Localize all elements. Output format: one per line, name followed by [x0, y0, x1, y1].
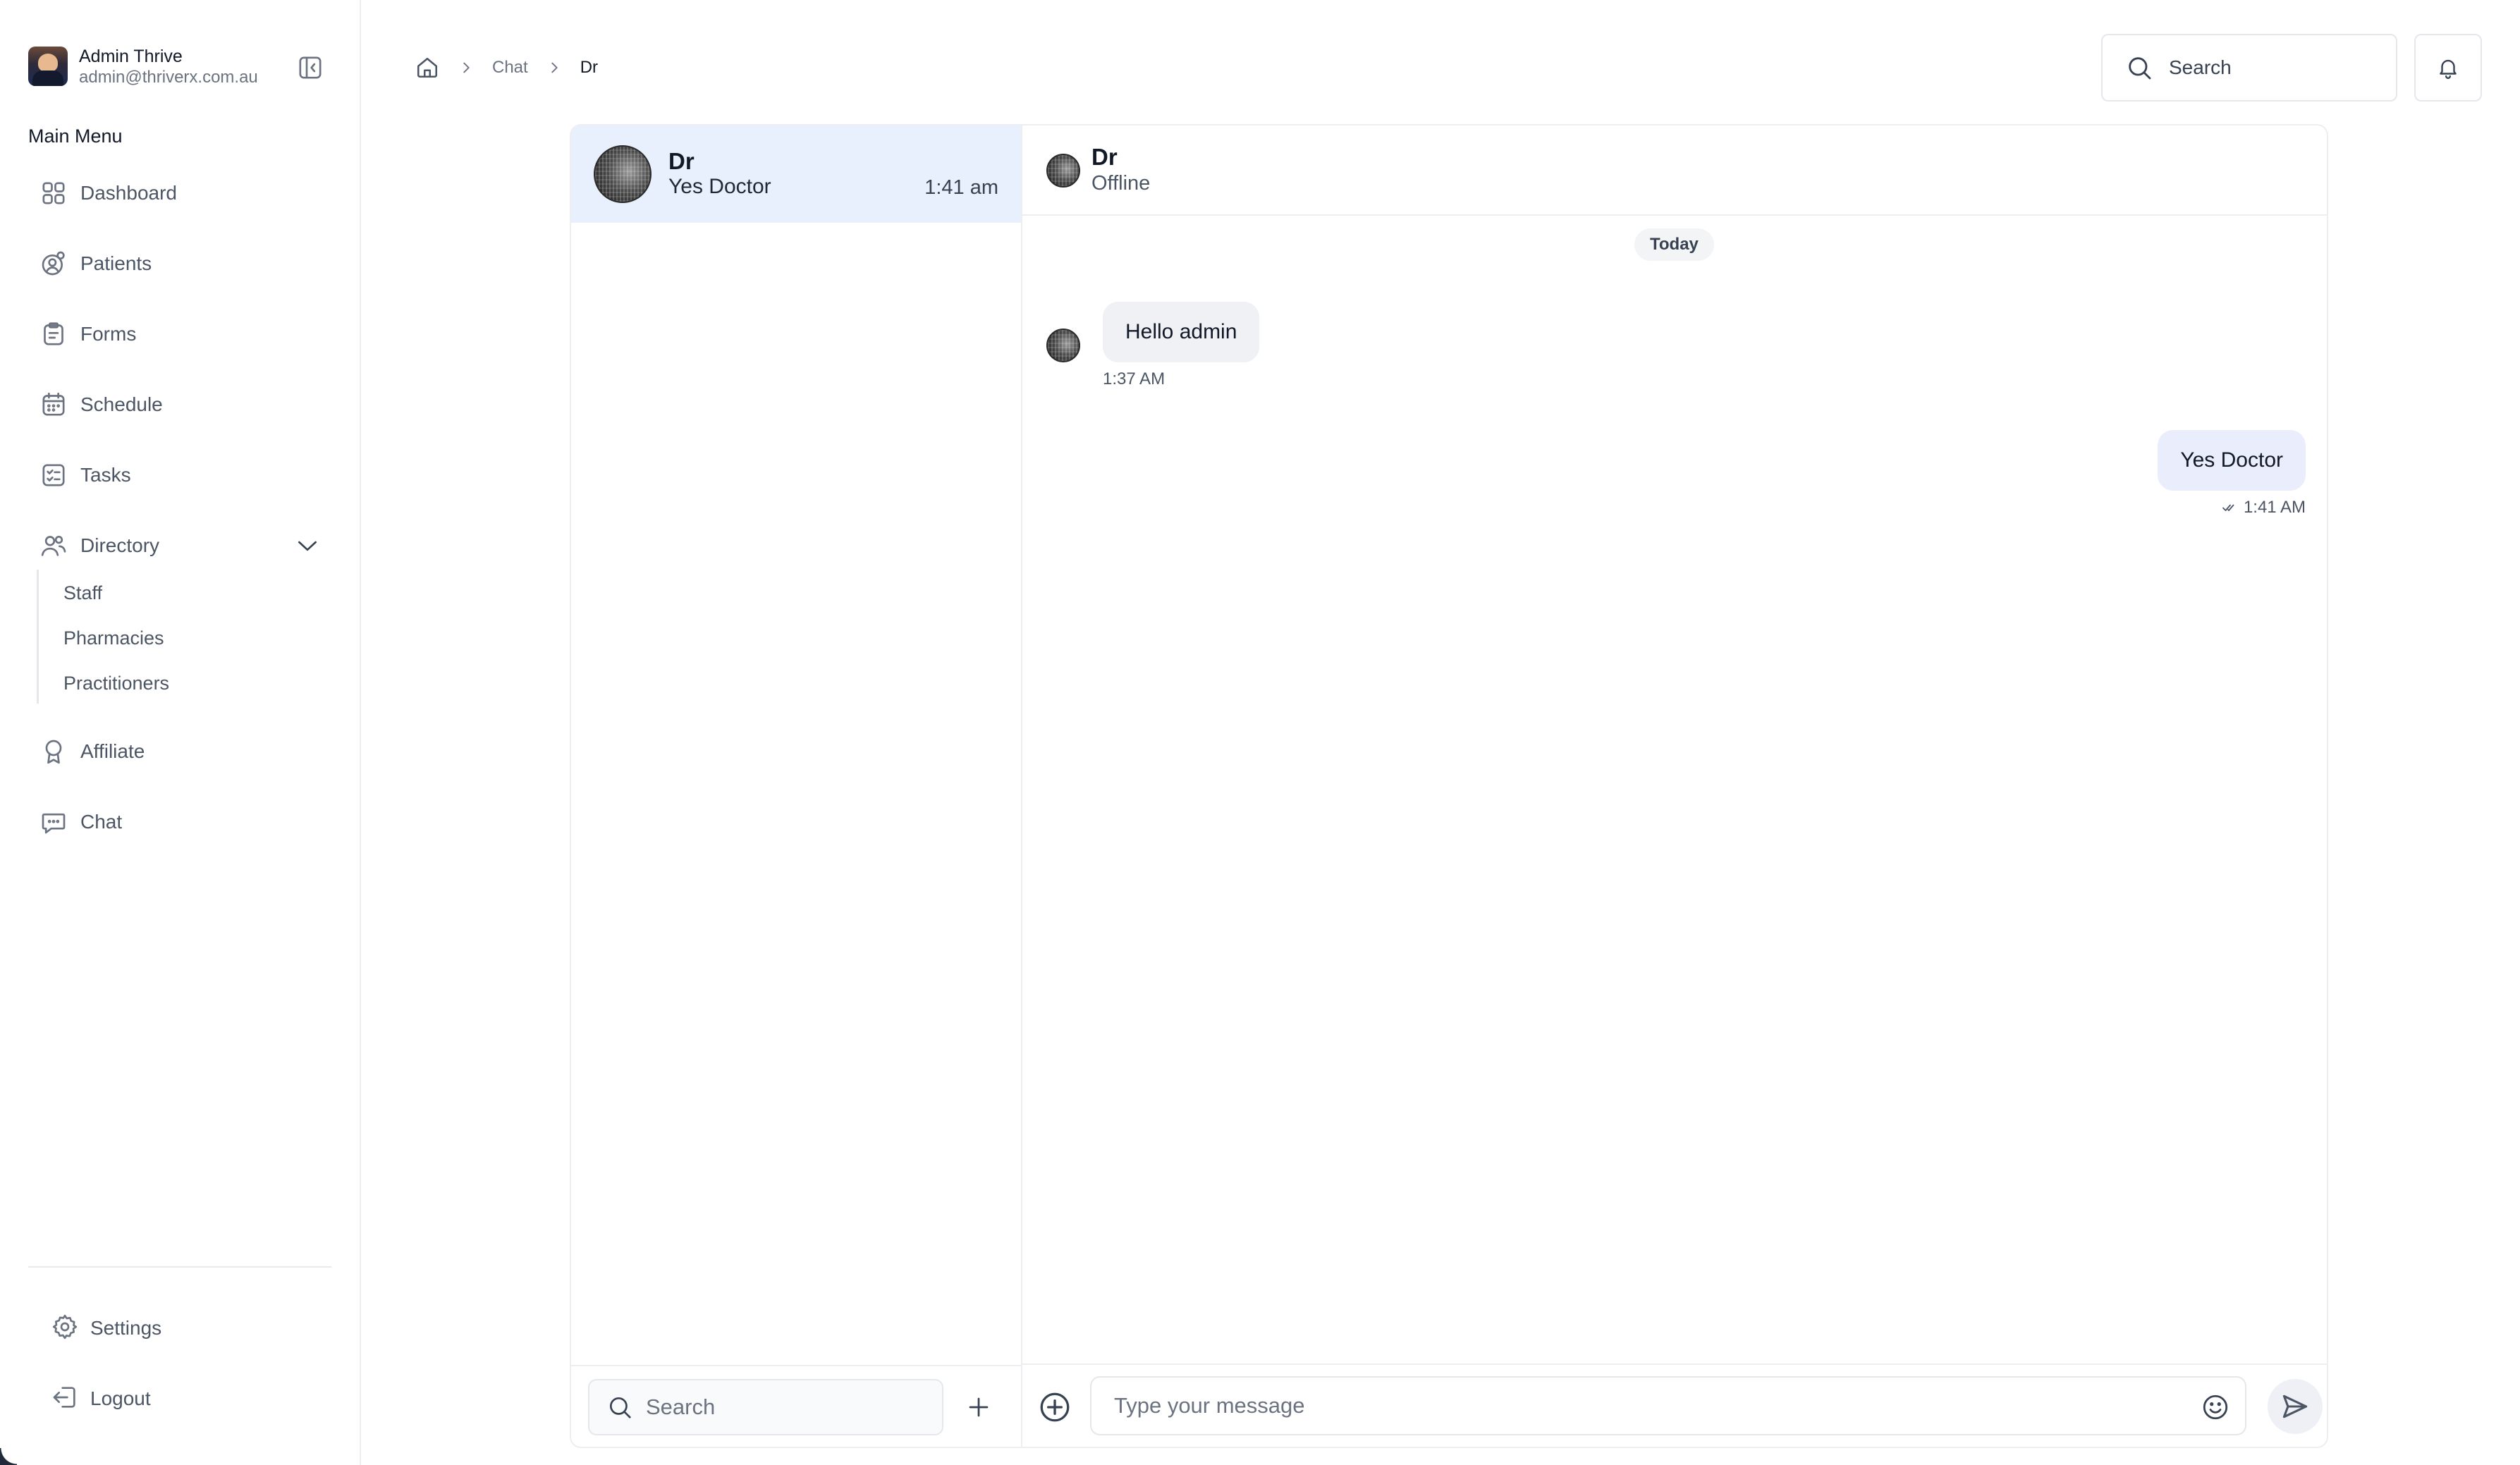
chevron-down-icon[interactable] — [293, 532, 322, 560]
chevron-right-icon — [546, 60, 562, 75]
read-receipt-icon — [2221, 499, 2238, 516]
attach-button[interactable] — [1036, 1389, 1073, 1426]
sidebar-subitem-pharmacies[interactable]: Pharmacies — [63, 627, 164, 649]
conversation-list: Dr Yes Doctor 1:41 am Search — [571, 125, 1022, 1447]
sidebar-item-affiliate[interactable]: Affiliate — [39, 735, 322, 768]
grid-icon — [39, 179, 68, 207]
user-profile[interactable]: Admin Thrive admin@thriverx.com.au — [28, 44, 331, 90]
calendar-icon — [39, 391, 68, 419]
sidebar-item-label: Tasks — [80, 464, 131, 486]
incoming-message-time: 1:37 AM — [1103, 369, 1166, 388]
plus-circle-icon — [1040, 1392, 1070, 1422]
screen-corner — [0, 1448, 17, 1465]
outgoing-message-bubble: Yes Doctor — [2158, 430, 2306, 491]
sidebar: Admin Thrive admin@thriverx.com.au Main … — [0, 0, 361, 1465]
sidebar-item-label: Affiliate — [80, 740, 145, 762]
contact-status: Offline — [1091, 172, 1151, 195]
chevron-right-icon — [458, 60, 474, 75]
sidebar-toggle-icon — [299, 56, 322, 79]
sender-avatar — [1046, 329, 1080, 362]
sidebar-subitem-practitioners[interactable]: Practitioners — [63, 673, 169, 694]
checklist-icon — [39, 461, 68, 489]
sidebar-item-dashboard[interactable]: Dashboard — [39, 176, 322, 210]
message-composer: Type your message — [1022, 1363, 2327, 1447]
breadcrumb-current: Dr — [580, 58, 599, 77]
sidebar-item-forms[interactable]: Forms — [39, 317, 322, 351]
send-icon — [2282, 1394, 2308, 1418]
settings-label: Settings — [90, 1317, 162, 1339]
logout-label: Logout — [90, 1387, 151, 1409]
contact-name: Dr — [1091, 144, 1118, 170]
sidebar-item-label: Directory — [80, 534, 160, 556]
chat-panel: Dr Yes Doctor 1:41 am Search Dr Offline … — [570, 124, 2328, 1448]
new-conversation-button[interactable] — [963, 1392, 994, 1423]
conversation-search-input[interactable]: Search — [588, 1379, 943, 1435]
conversation-name: Dr — [668, 148, 695, 174]
plus-icon — [969, 1397, 989, 1417]
directory-submenu-line — [37, 570, 39, 704]
breadcrumb-chat[interactable]: Chat — [492, 58, 528, 78]
chat-icon — [39, 808, 68, 836]
conversation-preview: Yes Doctor — [668, 175, 771, 198]
global-search-input[interactable]: Search — [2101, 34, 2397, 102]
sidebar-item-patients[interactable]: Patients — [39, 247, 322, 281]
award-icon — [39, 737, 68, 766]
search-icon — [606, 1394, 633, 1421]
patients-icon — [39, 250, 68, 278]
sidebar-item-label: Forms — [80, 323, 137, 345]
sidebar-divider — [28, 1266, 331, 1268]
sidebar-item-schedule[interactable]: Schedule — [39, 388, 322, 422]
user-avatar — [28, 47, 68, 86]
contact-avatar — [1046, 154, 1080, 188]
logout-button[interactable]: Logout — [51, 1382, 319, 1416]
sidebar-item-label: Chat — [80, 811, 123, 833]
breadcrumb: Chat Dr — [415, 52, 598, 83]
search-icon — [2125, 54, 2153, 82]
sidebar-item-label: Schedule — [80, 393, 163, 415]
notifications-button[interactable] — [2414, 34, 2482, 102]
contact-avatar — [594, 145, 652, 203]
conversation-search-placeholder: Search — [646, 1394, 716, 1419]
conversation-time: 1:41 am — [924, 176, 998, 199]
sidebar-item-label: Patients — [80, 252, 152, 274]
gear-icon — [51, 1313, 79, 1344]
day-separator: Today — [1634, 228, 1714, 261]
user-name: Admin Thrive — [79, 47, 183, 66]
smile-icon — [2203, 1394, 2228, 1420]
home-icon[interactable] — [415, 55, 440, 80]
conversation-header: Dr Offline — [1022, 125, 2327, 216]
sidebar-subitem-staff[interactable]: Staff — [63, 582, 102, 604]
sidebar-item-label: Dashboard — [80, 182, 177, 204]
send-button[interactable] — [2268, 1379, 2323, 1434]
conversation-list-footer: Search — [571, 1365, 1021, 1447]
users-icon — [39, 532, 68, 560]
outgoing-message-time: 1:41 AM — [2243, 498, 2306, 517]
settings-button[interactable]: Settings — [51, 1311, 319, 1345]
logout-icon — [51, 1383, 79, 1415]
global-search-placeholder: Search — [2169, 56, 2232, 78]
conversation-item[interactable]: Dr Yes Doctor 1:41 am — [571, 125, 1021, 223]
message-input[interactable]: Type your message — [1090, 1376, 2246, 1435]
clipboard-icon — [39, 320, 68, 348]
sidebar-item-tasks[interactable]: Tasks — [39, 458, 322, 492]
bell-icon — [2440, 59, 2457, 80]
emoji-button[interactable] — [2200, 1392, 2231, 1423]
main-menu-heading: Main Menu — [28, 125, 123, 147]
sidebar-item-chat[interactable]: Chat — [39, 805, 322, 839]
sidebar-item-directory[interactable]: Directory — [39, 529, 322, 563]
incoming-message-bubble: Hello admin — [1103, 302, 1260, 362]
collapse-sidebar-button[interactable] — [296, 54, 324, 82]
outgoing-message-meta: 1:41 AM — [2221, 498, 2306, 517]
user-email: admin@thriverx.com.au — [79, 68, 258, 87]
message-input-placeholder: Type your message — [1114, 1393, 1305, 1418]
conversation-pane: Dr Offline Today Hello admin 1:37 AM Yes… — [1022, 125, 2327, 1447]
